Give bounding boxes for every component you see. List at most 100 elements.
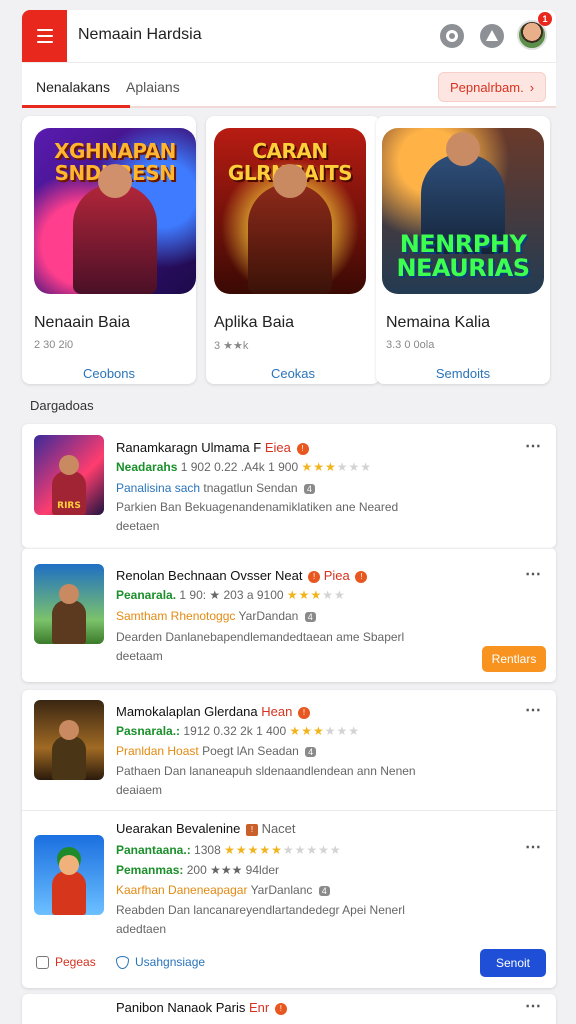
subline-text: tnagatlun Sendan bbox=[203, 481, 298, 495]
thumbnail-logo: RIRS bbox=[57, 501, 81, 511]
count-badge: 4 bbox=[318, 886, 330, 896]
item-title: Ranamkaragn Ulmama F Eiea ! bbox=[116, 440, 309, 455]
item-description: Parkien Ban Bekuagenandenamiklatiken ane… bbox=[116, 500, 399, 533]
item-title: Panibon Nanaok Paris Enr ! bbox=[116, 1000, 287, 1015]
promo-button-label: Pepnalrbam. bbox=[449, 79, 524, 95]
tab-nenalakans[interactable]: Nenalakans bbox=[36, 79, 110, 95]
character-figure bbox=[52, 600, 86, 644]
stats-values: 1912 0.32 2k 1 400 bbox=[183, 724, 287, 738]
item-title: Uearakan Bevalenine ! Nacet bbox=[116, 821, 296, 836]
character-head bbox=[59, 720, 79, 740]
list-group-card: Mamokalaplan Glerdana Hean ! Pasnarala.:… bbox=[22, 690, 556, 988]
info-badge-icon: ! bbox=[274, 1003, 287, 1015]
subline-text: YarDandan bbox=[238, 609, 299, 623]
character-figure bbox=[52, 736, 86, 780]
item-tag: Nacet bbox=[261, 821, 296, 836]
stats-values: 1 902 0.22 .A4k 1 900 bbox=[180, 460, 299, 474]
shield-icon bbox=[116, 955, 129, 969]
item-stats: Pasnarala.: 1912 0.32 2k 1 400 ★★★★★★ bbox=[116, 724, 360, 738]
item-tag: Enr bbox=[248, 1000, 270, 1015]
item-subline: Panalisina sach tnagatlun Sendan 4 bbox=[116, 481, 315, 495]
star-off: ★★★★★ bbox=[282, 843, 342, 857]
star-on: ★★★ bbox=[286, 588, 323, 602]
item-title-text: Renolan Bechnaan Ovsser Neat bbox=[116, 568, 303, 583]
featured-card[interactable]: XGHNAPAN SNDHRESN Nenaain Baia 2 30 2i0 … bbox=[22, 116, 196, 384]
featured-link[interactable]: Semdoits bbox=[376, 366, 550, 381]
list-item[interactable]: Uearakan Bevalenine ! Nacet Panantaana.:… bbox=[22, 811, 556, 988]
rating-stars: ★★★★★ bbox=[287, 588, 346, 602]
character-figure bbox=[248, 184, 332, 294]
upload-icon[interactable] bbox=[480, 24, 504, 48]
featured-carousel: XGHNAPAN SNDHRESN Nenaain Baia 2 30 2i0 … bbox=[22, 110, 556, 385]
divider bbox=[22, 548, 556, 549]
count-badge: 4 bbox=[304, 612, 316, 622]
star-off: ★★ bbox=[322, 588, 346, 602]
more-options-icon[interactable]: ⋯ bbox=[525, 996, 542, 1016]
item-description: Dearden Danlanebapendlemandedtaean ame S… bbox=[116, 630, 405, 663]
game-thumbnail bbox=[34, 700, 104, 780]
list-item[interactable]: Panibon Nanaok Paris Enr ! ⋯ bbox=[22, 994, 556, 1024]
rentals-button[interactable]: Rentlars bbox=[482, 646, 546, 672]
list-item[interactable]: Mamokalaplan Glerdana Hean ! Pasnarala.:… bbox=[22, 690, 556, 810]
character-head bbox=[273, 164, 307, 198]
item-stats: Panantaana.: 1308 ★★★★★★★★★★ bbox=[116, 843, 342, 857]
featured-link[interactable]: Ceobons bbox=[22, 366, 196, 381]
stats-label: Peanarala. bbox=[116, 588, 177, 602]
more-options-icon[interactable]: ⋯ bbox=[525, 564, 542, 584]
featured-meta: 3 ★★k bbox=[214, 340, 249, 352]
subline-label: Panalisina sach bbox=[116, 481, 201, 495]
tab-aplaians[interactable]: Aplaians bbox=[126, 79, 180, 95]
featured-meta: 3.3 0 0ola bbox=[386, 339, 435, 351]
game-thumbnail bbox=[34, 564, 104, 644]
item-title-text: Ranamkaragn Ulmama F bbox=[116, 440, 262, 455]
featured-card[interactable]: CARAN GLRNGAITS Aplika Baia 3 ★★k Ceokas bbox=[206, 116, 380, 384]
item-tag: Piea bbox=[323, 568, 350, 583]
featured-link[interactable]: Ceokas bbox=[206, 366, 380, 381]
star-on: ★★★★★ bbox=[224, 843, 283, 857]
submit-button[interactable]: Senoit bbox=[480, 949, 546, 977]
item-subline: Pranldan Hoast Poegt lAn Seadan 4 bbox=[116, 744, 317, 758]
featured-card[interactable]: NENRPHY NEAURIAS Nemaina Kalia 3.3 0 0ol… bbox=[376, 116, 550, 384]
item-description: Pathaen Dan lananeapuh sldenaandlendean … bbox=[116, 764, 416, 797]
promo-button[interactable]: Pepnalrbam. › bbox=[438, 72, 546, 102]
stats-label: Neadarahs bbox=[116, 460, 178, 474]
subline-text: 200 ★★★ 94lder bbox=[186, 863, 280, 877]
star-on: ★★★ bbox=[301, 460, 337, 474]
app-title: Nemaain Hardsia bbox=[78, 26, 202, 43]
chevron-right-icon: › bbox=[529, 79, 535, 95]
tab-bar: Nenalakans Aplaians Pepnalrbam. › bbox=[22, 62, 556, 108]
list-item[interactable]: RIRS Ranamkaragn Ulmama F Eiea ! Neadara… bbox=[22, 424, 556, 548]
featured-title: Aplika Baia bbox=[214, 314, 295, 331]
rating-stars: ★★★★★★ bbox=[290, 724, 361, 738]
character-head bbox=[98, 164, 132, 198]
game-thumbnail bbox=[34, 835, 104, 915]
item-title: Renolan Bechnaan Ovsser Neat ! Piea ! bbox=[116, 568, 368, 583]
info-badge-icon: ! bbox=[296, 443, 309, 455]
hamburger-menu-icon[interactable] bbox=[22, 10, 67, 62]
item-subline: Pemanmas: 200 ★★★ 94lder bbox=[116, 863, 279, 877]
character-head bbox=[446, 132, 480, 166]
item-description: Reabden Dan lancanareyendlartandedegr Ap… bbox=[116, 903, 405, 936]
item-stats: Peanarala. 1 90: ★ 203 a 9100 ★★★★★ bbox=[116, 588, 346, 602]
account-circle-icon[interactable] bbox=[440, 24, 464, 48]
more-options-icon[interactable]: ⋯ bbox=[525, 700, 542, 720]
page-icon bbox=[36, 955, 49, 969]
stats-values: 1308 bbox=[194, 843, 221, 857]
character-figure bbox=[52, 871, 86, 915]
more-options-icon[interactable]: ⋯ bbox=[525, 436, 542, 456]
pages-action[interactable]: Pegeas bbox=[36, 955, 96, 969]
subline-label: Pranldan Hoast bbox=[116, 744, 199, 758]
list-item[interactable]: Renolan Bechnaan Ovsser Neat ! Piea ! Pe… bbox=[22, 548, 556, 682]
character-head bbox=[59, 855, 79, 875]
usage-action[interactable]: Usahgnsiage bbox=[116, 955, 205, 969]
star-off: ★★★ bbox=[324, 724, 361, 738]
item-title-text: Panibon Nanaok Paris bbox=[116, 1000, 246, 1015]
game-cover-image: XGHNAPAN SNDHRESN bbox=[34, 128, 196, 294]
more-options-icon[interactable]: ⋯ bbox=[525, 837, 542, 857]
info-badge-icon: ! bbox=[297, 707, 310, 719]
game-logo: NENRPHY NEAURIAS bbox=[396, 230, 530, 282]
star-off: ★★★ bbox=[336, 460, 373, 474]
character-head bbox=[59, 455, 79, 475]
featured-title: Nenaain Baia bbox=[34, 314, 131, 331]
game-cover-image: CARAN GLRNGAITS bbox=[214, 128, 366, 294]
